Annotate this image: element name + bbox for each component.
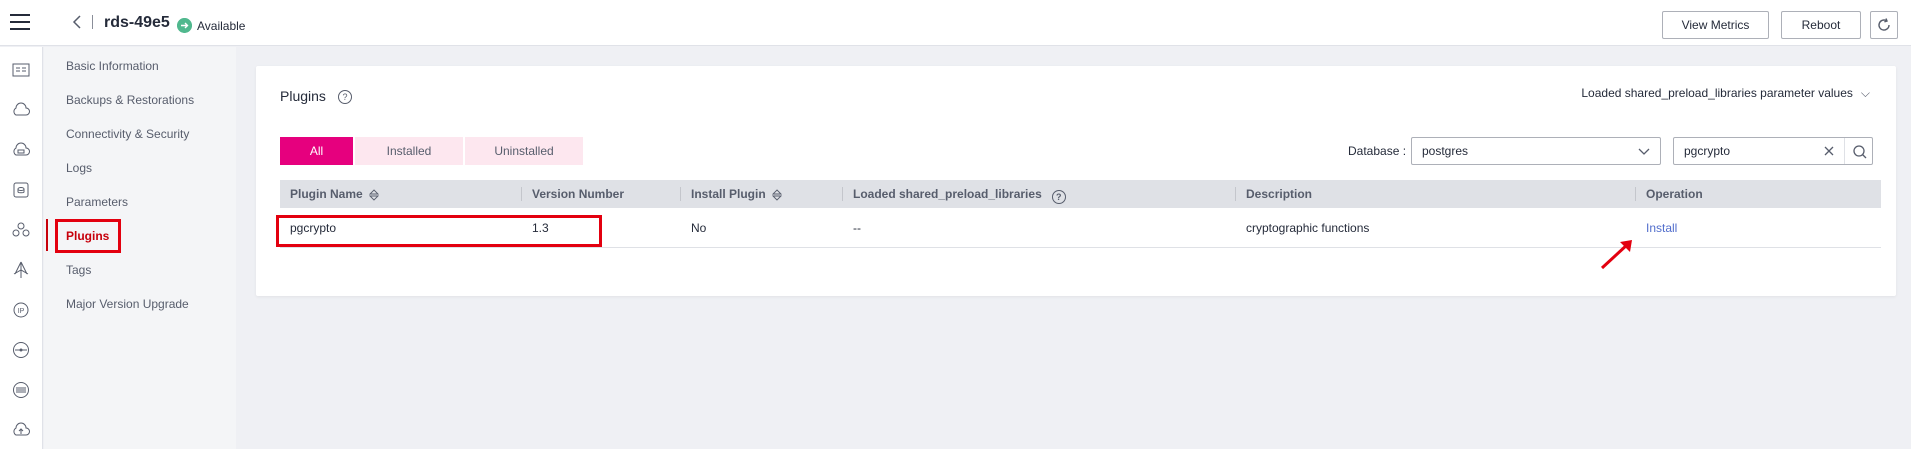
column-plugin-name-label: Plugin Name [290, 187, 363, 201]
sort-icon[interactable] [368, 189, 379, 201]
status-text: Available [197, 19, 246, 33]
page-title: rds-49e5 [104, 14, 170, 31]
card-title: Plugins [280, 88, 326, 104]
column-install-plugin[interactable]: Install Plugin [681, 180, 782, 208]
sidebar-item-connectivity-security[interactable]: Connectivity & Security [66, 124, 189, 144]
network-icon[interactable] [11, 260, 31, 280]
search-divider [1844, 138, 1845, 164]
cluster-icon[interactable] [11, 220, 31, 240]
column-plugin-name[interactable]: Plugin Name [280, 180, 379, 208]
plugin-filter-tabs: All Installed Uninstalled [280, 137, 585, 165]
column-operation: Operation [1646, 187, 1703, 201]
sidebar-item-tags[interactable]: Tags [66, 260, 91, 280]
database-select[interactable]: postgres [1411, 137, 1661, 165]
refresh-button[interactable] [1870, 11, 1898, 39]
search-box [1673, 137, 1873, 165]
connection-icon[interactable] [11, 340, 31, 360]
top-header: rds-49e5 Available View Metrics Reboot [0, 0, 1911, 46]
title-divider [92, 15, 93, 29]
install-link[interactable]: Install [1636, 208, 1677, 248]
table-row: pgcrypto 1.3 No -- cryptographic functio… [280, 208, 1881, 248]
column-version-number: Version Number [532, 187, 625, 201]
help-icon[interactable]: ? [338, 90, 352, 104]
table-header: Plugin Name Version Number Install Plugi… [280, 180, 1881, 208]
sidebar-item-major-version-upgrade[interactable]: Major Version Upgrade [66, 294, 189, 314]
database-select-value: postgres [1422, 144, 1469, 158]
tab-uninstalled[interactable]: Uninstalled [465, 137, 583, 165]
cell-description: cryptographic functions [1246, 221, 1370, 235]
loaded-libraries-dropdown[interactable]: Loaded shared_preload_libraries paramete… [1581, 86, 1870, 101]
tab-installed[interactable]: Installed [355, 137, 463, 165]
svg-text:IP: IP [18, 308, 25, 315]
loaded-libraries-label: Loaded shared_preload_libraries paramete… [1581, 86, 1853, 100]
cloud-db-icon[interactable] [11, 140, 31, 160]
column-loaded-libraries: Loaded shared_preload_libraries? [843, 180, 1066, 208]
database-icon[interactable] [11, 180, 31, 200]
reboot-button[interactable]: Reboot [1781, 11, 1861, 39]
clear-icon[interactable] [1822, 144, 1836, 158]
back-chevron-icon[interactable] [71, 14, 85, 30]
dashboard-icon[interactable] [11, 380, 31, 400]
search-icon[interactable] [1852, 144, 1868, 160]
database-label: Database : [1348, 144, 1407, 158]
search-input[interactable] [1674, 138, 1814, 164]
column-description: Description [1246, 187, 1313, 201]
instance-card-icon[interactable] [11, 60, 31, 80]
cloud-upload-icon[interactable] [11, 420, 31, 440]
sidebar: Basic Information Backups & Restorations… [44, 47, 236, 449]
view-metrics-button[interactable]: View Metrics [1662, 11, 1769, 39]
sort-icon[interactable] [771, 189, 782, 201]
chevron-down-icon [1638, 148, 1650, 155]
database-label-text: Database [1348, 144, 1400, 158]
sidebar-item-basic-information[interactable]: Basic Information [66, 56, 159, 76]
cell-loaded: -- [853, 221, 861, 235]
sidebar-item-plugins[interactable]: Plugins [66, 226, 109, 246]
icon-rail: IP [0, 47, 43, 449]
cell-install-plugin: No [691, 221, 707, 235]
sidebar-item-logs[interactable]: Logs [66, 158, 92, 178]
cloud-icon[interactable] [11, 100, 31, 120]
chevron-down-icon: ⌵ [1860, 86, 1870, 100]
plugins-card: Plugins ? Loaded shared_preload_librarie… [256, 66, 1896, 296]
sidebar-item-backups-restorations[interactable]: Backups & Restorations [66, 90, 194, 110]
sidebar-item-parameters[interactable]: Parameters [66, 192, 128, 212]
status-available-icon [177, 18, 192, 33]
cell-plugin-name: pgcrypto [290, 221, 337, 235]
help-icon[interactable]: ? [1051, 190, 1066, 204]
ip-icon[interactable]: IP [11, 300, 31, 320]
tab-all[interactable]: All [280, 137, 353, 165]
sidebar-active-indicator [46, 219, 48, 251]
column-install-plugin-label: Install Plugin [691, 187, 766, 201]
column-loaded-libraries-label: Loaded shared_preload_libraries [853, 187, 1042, 201]
cell-version: 1.3 [532, 221, 549, 235]
refresh-icon [1878, 18, 1890, 31]
menu-icon[interactable] [10, 14, 30, 32]
